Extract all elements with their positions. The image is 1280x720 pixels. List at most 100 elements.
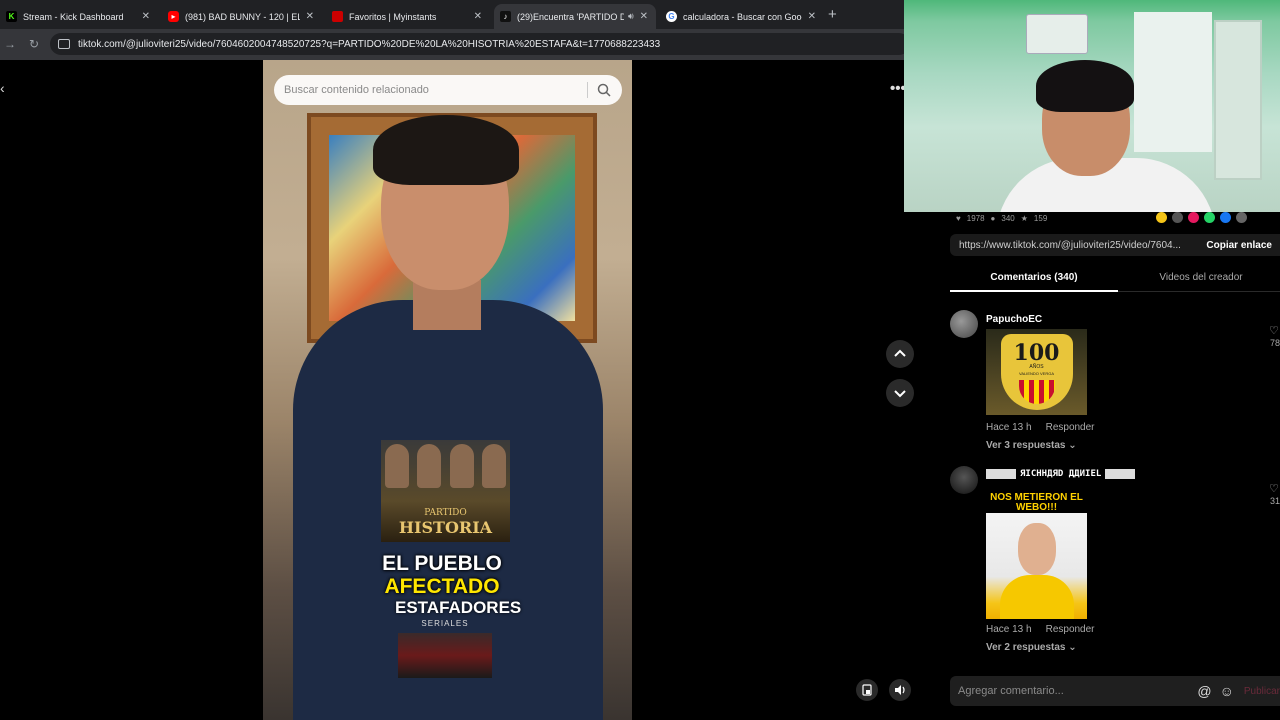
emoji-icon[interactable]: ☺ — [1220, 683, 1234, 699]
side-panel: ♥ 1978 ● 340 ★ 159 https://www.tiktok.co… — [928, 212, 1280, 720]
tab-title: Stream - Kick Dashboard — [23, 11, 124, 22]
share-icon[interactable] — [1188, 212, 1199, 223]
forward-icon[interactable]: → — [4, 37, 16, 51]
embed-icon[interactable] — [1156, 212, 1167, 223]
comment-item: ЯICHНДЯD ДДИIEL NOS METIERON EL WEBO!!! … — [950, 466, 1280, 666]
close-icon[interactable]: ✕ — [640, 11, 648, 22]
floating-player-icon — [862, 684, 872, 696]
copy-link-button[interactable]: Copiar enlace — [1198, 240, 1280, 251]
facebook-icon[interactable] — [1220, 212, 1231, 223]
caption-line-1: EL PUEBLO — [382, 552, 502, 575]
browser-tab-youtube[interactable]: ▸ (981) BAD BUNNY - 120 | EL ÚL ✕ — [162, 4, 322, 29]
view-replies-button[interactable]: Ver 2 respuestas ⌄ — [986, 642, 1077, 653]
tiktok-icon: ♪ — [500, 11, 511, 22]
view-replies-label: Ver 2 respuestas — [986, 642, 1066, 653]
avatar[interactable] — [950, 310, 978, 338]
new-tab-button[interactable]: + — [828, 6, 837, 23]
like-count: 1978 — [966, 213, 985, 223]
publish-button[interactable]: Publicar — [1244, 686, 1280, 697]
tab-underline — [950, 290, 1118, 292]
video-stats: ♥ 1978 ● 340 ★ 159 — [956, 212, 1047, 224]
image-text-anos: AÑOS — [1029, 364, 1044, 370]
comment-time: Hace 13 h — [986, 422, 1032, 433]
whatsapp-icon[interactable] — [1204, 212, 1215, 223]
club-shield: 100 AÑOS VALIENDO VERGA — [1000, 334, 1073, 410]
chevron-down-icon: ⌄ — [1068, 642, 1077, 653]
share-link-url: https://www.tiktok.com/@julioviteri25/vi… — [959, 239, 1181, 251]
speaker-icon[interactable]: 🔊︎ — [628, 11, 634, 22]
chevron-left-icon[interactable]: ‹ — [0, 80, 5, 96]
comment-like-count: 78 — [1270, 338, 1280, 348]
comment-icon[interactable]: ● — [991, 214, 996, 223]
comment-like-icon[interactable]: ♡ — [1269, 482, 1279, 495]
chevron-down-icon — [894, 390, 906, 398]
meme-person-face — [1018, 523, 1056, 575]
avatar[interactable] — [950, 466, 978, 494]
reply-button[interactable]: Responder — [1046, 422, 1095, 433]
volume-button[interactable] — [889, 679, 911, 701]
chevron-down-icon: ⌄ — [1068, 440, 1077, 451]
mention-icon[interactable]: @ — [1197, 683, 1211, 699]
tab-title: calculadora - Buscar con Goog — [683, 11, 802, 22]
share-icons — [1156, 212, 1247, 223]
myinstants-icon — [332, 11, 343, 22]
browser-tab-tiktok[interactable]: ♪ (29)Encuentra 'PARTIDO DE 🔊︎ ✕ — [494, 4, 656, 29]
close-icon[interactable]: ✕ — [474, 11, 482, 22]
comment-meta: Hace 13 h Responder — [986, 624, 1095, 635]
tab-title: (29)Encuentra 'PARTIDO DE — [517, 11, 624, 22]
poster-faces — [381, 444, 510, 494]
floating-player-button[interactable] — [856, 679, 878, 701]
comment-username[interactable]: PapuchoEC — [986, 314, 1042, 325]
reload-icon[interactable]: ↻ — [29, 37, 39, 51]
more-share-icon[interactable] — [1236, 212, 1247, 223]
caption-line-3: ESTAFADORES — [395, 598, 522, 617]
door — [1214, 20, 1262, 180]
reply-button[interactable]: Responder — [1046, 624, 1095, 635]
heart-icon[interactable]: ♥ — [956, 214, 961, 223]
browser-tab-myinstants[interactable]: Favoritos | Myinstants ✕ — [326, 4, 490, 29]
comment-input[interactable] — [958, 685, 1190, 697]
browser-tab-kick[interactable]: K Stream - Kick Dashboard ✕ — [0, 4, 158, 29]
browser-tab-google[interactable]: G calculadora - Buscar con Goog ✕ — [660, 4, 824, 29]
close-icon[interactable]: ✕ — [306, 11, 314, 22]
comment-like-count: 31 — [1270, 496, 1280, 506]
comment-image[interactable] — [986, 513, 1087, 619]
close-icon[interactable]: ✕ — [142, 11, 150, 22]
curtain — [1134, 12, 1212, 152]
view-replies-button[interactable]: Ver 3 respuestas ⌄ — [986, 440, 1077, 451]
streamer-hair — [1036, 60, 1134, 112]
tab-title: (981) BAD BUNNY - 120 | EL ÚL — [185, 11, 300, 22]
send-icon[interactable] — [1172, 212, 1183, 223]
related-search-bar — [274, 75, 622, 105]
bookmark-icon[interactable]: ★ — [1021, 214, 1028, 223]
meme-person-body — [1000, 575, 1074, 619]
comment-username[interactable]: ЯICHНДЯD ДДИIEL — [986, 468, 1136, 480]
comment-count: 340 — [1001, 213, 1015, 223]
censor-block — [1105, 469, 1136, 479]
comment-image[interactable]: 100 AÑOS VALIENDO VERGA — [986, 329, 1087, 415]
site-settings-icon[interactable] — [58, 39, 70, 49]
bookmark-count: 159 — [1033, 213, 1048, 223]
omnibox[interactable]: tiktok.com/@julioviteri25/video/76046020… — [50, 33, 910, 55]
related-search-input[interactable] — [284, 84, 579, 96]
google-icon: G — [666, 11, 677, 22]
panel-tabs: Comentarios (340) Videos del creador — [950, 268, 1280, 292]
close-icon[interactable]: ✕ — [808, 11, 816, 22]
next-video-button[interactable] — [886, 379, 914, 407]
volume-icon — [894, 685, 905, 695]
chevron-up-icon — [894, 349, 906, 357]
poster-text-bottom: HISTORIA — [398, 518, 493, 537]
comment-like-icon[interactable]: ♡ — [1269, 324, 1279, 337]
kick-icon: K — [6, 11, 17, 22]
comment-meta: Hace 13 h Responder — [986, 422, 1095, 433]
previous-video-button[interactable] — [886, 340, 914, 368]
comment-username-text: ЯICHНДЯD ДДИIEL — [1020, 469, 1102, 479]
share-link-row: https://www.tiktok.com/@julioviteri25/vi… — [950, 234, 1280, 256]
shield-stripes — [1018, 380, 1055, 404]
tab-creator-videos[interactable]: Videos del creador — [1118, 272, 1280, 283]
divider — [587, 82, 588, 98]
tab-comments[interactable]: Comentarios (340) — [950, 272, 1118, 283]
caption-image — [398, 633, 492, 678]
search-icon[interactable] — [596, 82, 612, 98]
add-comment-bar: @ ☺ Publicar — [950, 676, 1280, 706]
